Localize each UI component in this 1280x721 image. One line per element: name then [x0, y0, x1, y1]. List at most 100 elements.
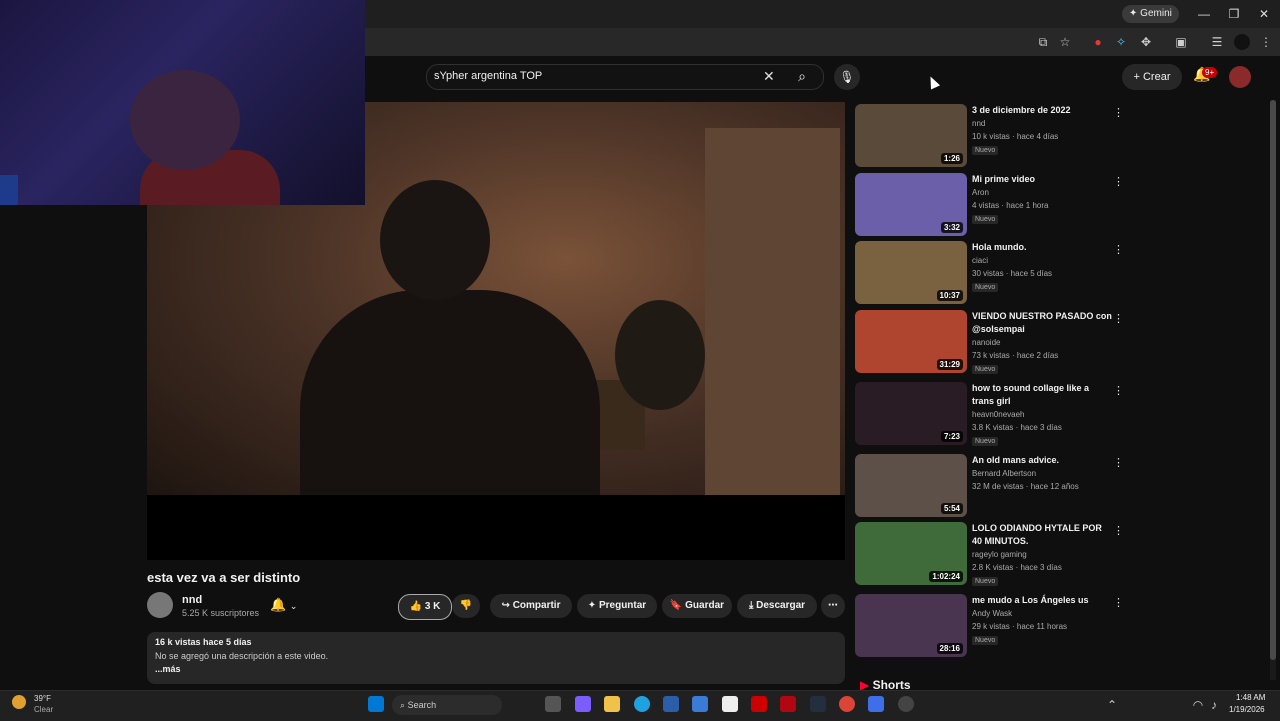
share-button[interactable]: ↪ Compartir	[490, 594, 572, 618]
recommendation-item[interactable]: 28:16 me mudo a Los Ángeles us Andy Wask 29…	[855, 594, 1135, 658]
file-explorer-icon[interactable]	[604, 696, 620, 712]
recommendation-item[interactable]: 1:02:24 LOLO ODIANDO HYTALE POR 40 MINUTO…	[855, 522, 1135, 586]
microphone-icon[interactable]: 🎙	[834, 64, 860, 90]
save-button[interactable]: 🔖 Guardar	[662, 594, 732, 618]
recommendation-channel[interactable]: Aron	[972, 188, 989, 197]
download-label: Descargar	[756, 600, 806, 611]
recommendation-title[interactable]: An old mans advice.	[972, 454, 1112, 467]
clock-time[interactable]: 1:48 AM	[1236, 693, 1265, 702]
recommendation-item[interactable]: 1:26 3 de diciembre de 2022 nnd 10 k vistas…	[855, 104, 1135, 168]
youtube-icon[interactable]	[751, 696, 767, 712]
show-hidden-icons-icon[interactable]: ⌃	[1104, 697, 1120, 713]
windows-start-icon[interactable]	[368, 696, 384, 712]
clear-search-icon[interactable]: ✕	[763, 68, 775, 85]
item-menu-icon[interactable]: ⋮	[1113, 524, 1124, 537]
video-thumbnail[interactable]: 5:54	[855, 454, 967, 517]
recommendation-item[interactable]: 10:37 Hola mundo. ciaci 30 vistas · hace 5 …	[855, 241, 1135, 305]
copilot-icon[interactable]	[575, 696, 591, 712]
maximize-button[interactable]: ❐	[1226, 6, 1242, 22]
download-button[interactable]: ⤓ Descargar	[737, 594, 817, 618]
recommendation-channel[interactable]: Bernard Albertson	[972, 469, 1036, 478]
clock-date[interactable]: 1/19/2026	[1229, 705, 1265, 714]
video-thumbnail[interactable]: 7:23	[855, 382, 967, 445]
video-thumbnail[interactable]: 3:32	[855, 173, 967, 236]
recommendation-title[interactable]: Hola mundo.	[972, 241, 1112, 254]
steam-icon[interactable]	[898, 696, 914, 712]
gemini-button[interactable]: ✦ Gemini	[1122, 5, 1179, 23]
subscribe-bell-button[interactable]: 🔔 ⌄	[270, 594, 314, 616]
chrome-menu-icon[interactable]: ⋮	[1258, 34, 1274, 50]
recommendation-channel[interactable]: rageylo gaming	[972, 550, 1027, 559]
item-menu-icon[interactable]: ⋮	[1113, 596, 1124, 609]
create-button[interactable]: + Crear	[1122, 64, 1182, 90]
profile-avatar-icon[interactable]	[1234, 34, 1250, 50]
subscriber-count: 5.25 K suscriptores	[182, 608, 260, 618]
recommendation-stats: 32 M de vistas · hace 12 años	[972, 482, 1079, 491]
more-actions-icon[interactable]: ⋯	[821, 594, 845, 618]
dislike-button[interactable]: 👎	[452, 594, 480, 618]
store-icon[interactable]	[663, 696, 679, 712]
item-menu-icon[interactable]: ⋮	[1113, 175, 1124, 188]
item-menu-icon[interactable]: ⋮	[1113, 312, 1124, 325]
share-icon: ↪	[501, 600, 510, 611]
account-avatar[interactable]	[1229, 66, 1251, 88]
recommendation-title[interactable]: VIENDO NUESTRO PASADO con @solsempai	[972, 310, 1112, 336]
record-extension-icon[interactable]: ●	[1090, 34, 1106, 50]
search-icon[interactable]: ⌕	[790, 64, 814, 88]
minimize-button[interactable]: —	[1196, 6, 1212, 22]
chrome-icon[interactable]	[839, 696, 855, 712]
recommendation-channel[interactable]: heavn0nevaeh	[972, 410, 1025, 419]
video-thumbnail[interactable]: 1:26	[855, 104, 967, 167]
recommendation-channel[interactable]: Andy Wask	[972, 609, 1012, 618]
ask-button[interactable]: ✦ Preguntar	[577, 594, 657, 618]
like-button[interactable]: 👍 3 K	[398, 594, 452, 620]
video-thumbnail[interactable]: 10:37	[855, 241, 967, 304]
channel-avatar[interactable]	[147, 592, 173, 618]
recommendation-title[interactable]: 3 de diciembre de 2022	[972, 104, 1112, 117]
app-icon[interactable]	[868, 696, 884, 712]
item-menu-icon[interactable]: ⋮	[1113, 456, 1124, 469]
item-menu-icon[interactable]: ⋮	[1113, 243, 1124, 256]
weather-temperature[interactable]: 39°F	[34, 694, 51, 703]
recommendation-title[interactable]: me mudo a Los Ángeles us	[972, 594, 1112, 607]
item-menu-icon[interactable]: ⋮	[1113, 106, 1124, 119]
video-duration: 7:23	[940, 431, 963, 442]
task-view-icon[interactable]	[545, 696, 561, 712]
moon-weather-icon[interactable]	[12, 695, 26, 709]
edge-icon[interactable]	[634, 696, 650, 712]
bookmark-star-icon[interactable]: ☆	[1057, 34, 1073, 50]
scrollbar-thumb[interactable]	[1270, 100, 1276, 660]
item-menu-icon[interactable]: ⋮	[1113, 384, 1124, 397]
recommendation-channel[interactable]: ciaci	[972, 256, 988, 265]
recommendation-channel[interactable]: nanoide	[972, 338, 1000, 347]
reading-list-icon[interactable]: ☰	[1209, 34, 1225, 50]
extensions-puzzle-icon[interactable]: ✥	[1138, 34, 1154, 50]
recommendation-title[interactable]: how to sound collage like a trans girl	[972, 382, 1112, 408]
install-app-icon[interactable]: ⧉	[1035, 34, 1051, 50]
recommendation-item[interactable]: 7:23 how to sound collage like a trans gi…	[855, 382, 1135, 446]
recommendation-channel[interactable]: nnd	[972, 119, 985, 128]
netflix-icon[interactable]	[780, 696, 796, 712]
recommendation-title[interactable]: LOLO ODIANDO HYTALE POR 40 MINUTOS.	[972, 522, 1112, 548]
weather-condition[interactable]: Clear	[34, 705, 53, 714]
close-window-button[interactable]: ✕	[1256, 6, 1272, 22]
taskbar-search[interactable]: ⌕ Search	[392, 695, 502, 715]
channel-name[interactable]: nnd	[182, 594, 202, 606]
volume-icon[interactable]: ♪	[1206, 697, 1222, 713]
roblox-icon[interactable]	[722, 696, 738, 712]
video-thumbnail[interactable]: 28:16	[855, 594, 967, 657]
recommendation-item[interactable]: 3:32 Mi prime video Aron 4 vistas · hace 1 …	[855, 173, 1135, 237]
split-view-icon[interactable]: ▣	[1173, 34, 1189, 50]
amazon-icon[interactable]	[810, 696, 826, 712]
wifi-icon[interactable]: ◠	[1190, 697, 1206, 713]
description-more-link[interactable]: ...más	[155, 664, 181, 674]
recommendation-item[interactable]: 31:29 VIENDO NUESTRO PASADO con @solsempa…	[855, 310, 1135, 374]
video-thumbnail[interactable]: 31:29	[855, 310, 967, 373]
recommendation-title[interactable]: Mi prime video	[972, 173, 1112, 186]
search-query[interactable]: sYpher argentina TOP	[434, 70, 542, 82]
translate-extension-icon[interactable]: ✧	[1113, 34, 1129, 50]
webcam-overlay	[0, 0, 365, 205]
video-thumbnail[interactable]: 1:02:24	[855, 522, 967, 585]
outlook-icon[interactable]	[692, 696, 708, 712]
recommendation-item[interactable]: 5:54 An old mans advice. Bernard Albertson…	[855, 454, 1135, 518]
